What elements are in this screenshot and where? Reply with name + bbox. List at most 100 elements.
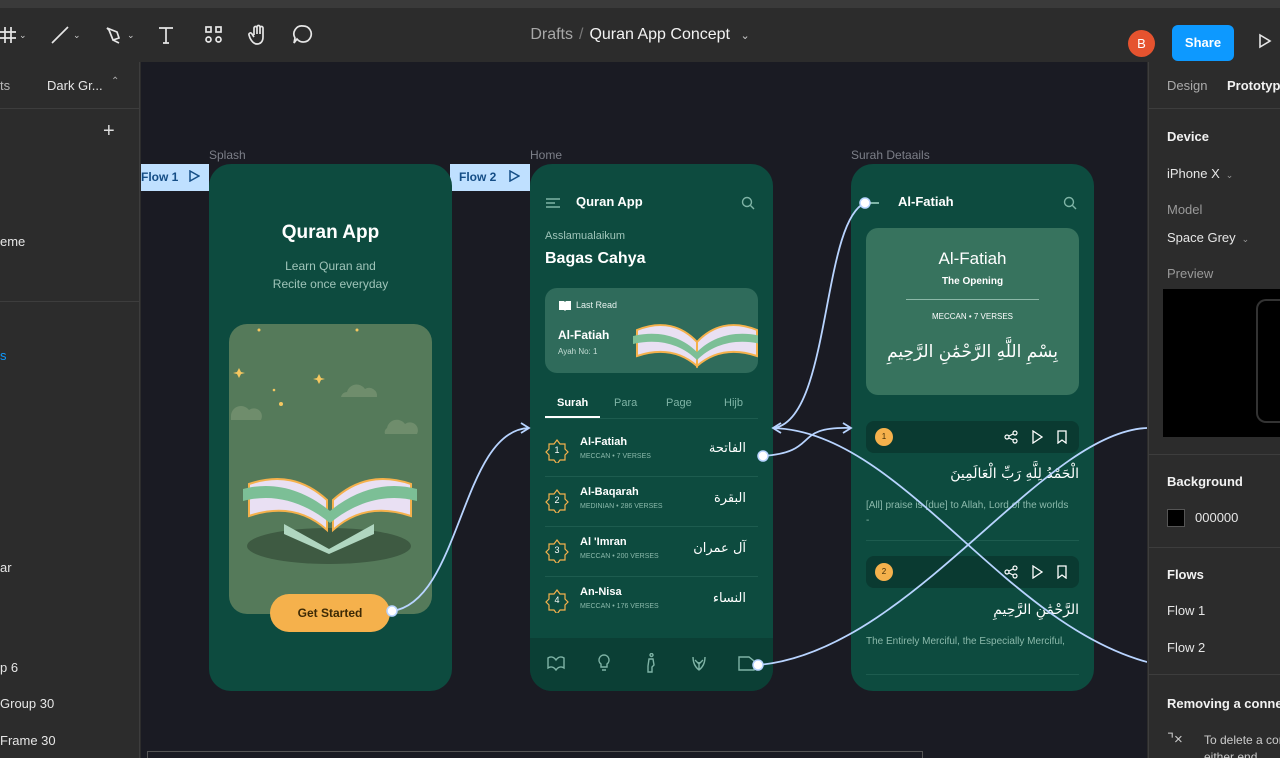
card-divider xyxy=(906,299,1039,300)
layer-item-selected[interactable]: s xyxy=(0,348,7,363)
arrowhead xyxy=(771,422,782,434)
dua-hands-icon[interactable] xyxy=(690,654,708,672)
tab-page[interactable]: Page xyxy=(666,397,692,409)
verse-translation: [All] praise is [due] to Allah, Lord of … xyxy=(866,500,1069,526)
background-hex[interactable]: 000000 xyxy=(1195,510,1238,525)
prayer-icon[interactable] xyxy=(644,653,658,673)
horizontal-scrollbar[interactable] xyxy=(147,751,923,758)
splash-title: Quran App xyxy=(281,222,380,243)
chevron-down-icon: ⌄ xyxy=(1225,170,1234,180)
connection-row-detail[interactable] xyxy=(762,427,852,457)
add-page-icon[interactable]: + xyxy=(103,120,115,143)
card-meta: MECCAN • 7 VERSES xyxy=(931,312,1014,321)
device-select[interactable]: iPhone X ⌄ xyxy=(1167,166,1233,181)
splash-frame[interactable]: Quran App Learn Quran and Recite once ev… xyxy=(209,164,452,691)
verse-toolbar: 1 xyxy=(866,421,1079,453)
search-icon[interactable] xyxy=(741,196,755,210)
bookmark-icon[interactable] xyxy=(1056,565,1068,579)
home-frame[interactable]: Quran App Asslamualaikum Bagas Cahya Las… xyxy=(530,164,773,691)
chevron-down-icon[interactable]: ⌄ xyxy=(740,30,749,42)
bookmark-icon[interactable] xyxy=(1056,430,1068,444)
tab-assets[interactable]: ts xyxy=(0,78,10,93)
background-color-swatch[interactable] xyxy=(1167,509,1185,527)
design-canvas[interactable]: Splash Home Surah Detaails Flow 1 Flow 2… xyxy=(141,62,1147,758)
layer-item-bar[interactable]: ar xyxy=(0,560,12,575)
layer-item-group-30[interactable]: Group 30 xyxy=(0,696,54,711)
splash-subtitle-2: Recite once everyday xyxy=(272,277,389,291)
flow-item-2[interactable]: Flow 2 xyxy=(1167,640,1205,655)
layers-panel: ts Dark Gr... ⌃ + eme s ar p 6 Group 30 … xyxy=(0,62,140,758)
book-icon xyxy=(559,301,571,311)
surah-number: 4 xyxy=(554,595,560,605)
surah-row[interactable]: 3 Al 'Imran MECCAN • 200 VERSES آل عمران xyxy=(545,527,758,577)
frame-label-home[interactable]: Home xyxy=(530,148,562,162)
back-arrow-icon[interactable] xyxy=(865,202,879,204)
tab-surah[interactable]: Surah xyxy=(557,397,588,409)
divider xyxy=(1149,454,1280,455)
arrowhead xyxy=(842,422,853,434)
divider xyxy=(0,108,140,109)
surah-header-card: Al-Fatiah The Opening MECCAN • 7 VERSES … xyxy=(866,228,1079,395)
flow-2-tag[interactable]: Flow 2 xyxy=(450,164,530,191)
verse-translation: The Entirely Merciful, the Especially Me… xyxy=(866,636,1065,647)
surah-row[interactable]: 2 Al-Baqarah MEDINIAN • 286 VERSES البقر… xyxy=(545,477,758,527)
last-read-card[interactable]: Last Read Al-Fatiah Ayah No: 1 xyxy=(545,288,758,373)
present-play-icon[interactable] xyxy=(1258,33,1272,49)
flow-1-tag[interactable]: Flow 1 xyxy=(141,164,209,191)
flow-item-1[interactable]: Flow 1 xyxy=(1167,603,1205,618)
chevron-up-icon[interactable]: ⌃ xyxy=(111,76,119,87)
verse-number: 1 xyxy=(875,428,893,446)
frame-label-surah-details[interactable]: Surah Detaails xyxy=(851,148,930,162)
tab-prototype[interactable]: Prototype xyxy=(1227,78,1280,93)
breadcrumb: Drafts / Quran App Concept ⌄ xyxy=(0,26,1280,44)
surah-details-frame[interactable]: Al-Fatiah Al-Fatiah The Opening MECCAN •… xyxy=(851,164,1094,691)
tab-design[interactable]: Design xyxy=(1167,78,1207,93)
page-selector[interactable]: Dark Gr... xyxy=(47,78,103,93)
menu-icon[interactable] xyxy=(545,197,561,209)
share-button[interactable]: Share xyxy=(1172,25,1234,61)
detail-title: Al-Fatiah xyxy=(898,194,954,209)
surah-number: 3 xyxy=(554,545,560,555)
surah-name: Al-Fatiah xyxy=(580,436,628,448)
share-icon[interactable] xyxy=(1004,430,1018,444)
splash-illustration xyxy=(229,324,432,614)
layer-item-group-6[interactable]: p 6 xyxy=(0,660,18,675)
play-icon[interactable] xyxy=(1031,430,1043,444)
surah-row[interactable]: 4 An-Nisa MECCAN • 176 VERSES النساء xyxy=(545,577,758,627)
removing-help-text: To delete a connection, drag on either e… xyxy=(1204,733,1280,758)
model-select[interactable]: Space Grey ⌄ xyxy=(1167,230,1249,245)
device-preview xyxy=(1163,289,1280,437)
breadcrumb-parent[interactable]: Drafts xyxy=(530,26,573,43)
surah-name: Al-Baqarah xyxy=(580,486,639,498)
divider xyxy=(0,301,140,302)
file-name[interactable]: Quran App Concept xyxy=(589,26,730,43)
greeting: Asslamualaikum xyxy=(545,230,626,242)
surah-arabic: الفاتحة xyxy=(708,441,746,456)
iphone-preview-icon xyxy=(1256,299,1280,423)
device-value: iPhone X xyxy=(1167,166,1220,181)
surah-row[interactable]: 1 Al-Fatiah MECCAN • 7 VERSES الفاتحة xyxy=(545,427,758,477)
user-name: Bagas Cahya xyxy=(545,250,646,267)
surah-name: Al 'Imran xyxy=(580,536,627,548)
surah-arabic: النساء xyxy=(712,591,746,606)
quran-nav-icon[interactable] xyxy=(547,655,565,671)
tab-para[interactable]: Para xyxy=(614,397,637,409)
frame-label-splash[interactable]: Splash xyxy=(209,148,246,162)
tab-hijb[interactable]: Hijb xyxy=(724,397,743,409)
surah-name: An-Nisa xyxy=(580,586,622,598)
tab-underline xyxy=(545,418,758,419)
lamp-icon[interactable] xyxy=(597,654,611,672)
layer-item-theme[interactable]: eme xyxy=(0,234,25,249)
surah-arabic: البقرة xyxy=(713,491,746,506)
surah-number: 2 xyxy=(554,495,560,505)
search-icon[interactable] xyxy=(1063,196,1077,210)
device-heading: Device xyxy=(1167,129,1209,144)
avatar[interactable]: B xyxy=(1128,30,1155,57)
play-icon[interactable] xyxy=(1031,565,1043,579)
bookmark-nav-icon[interactable] xyxy=(738,655,756,671)
get-started-button[interactable]: Get Started xyxy=(270,594,390,632)
layer-item-frame-30[interactable]: Frame 30 xyxy=(0,733,56,748)
card-title: Al-Fatiah xyxy=(938,249,1007,268)
surah-arabic: آل عمران xyxy=(693,541,746,556)
share-icon[interactable] xyxy=(1004,565,1018,579)
